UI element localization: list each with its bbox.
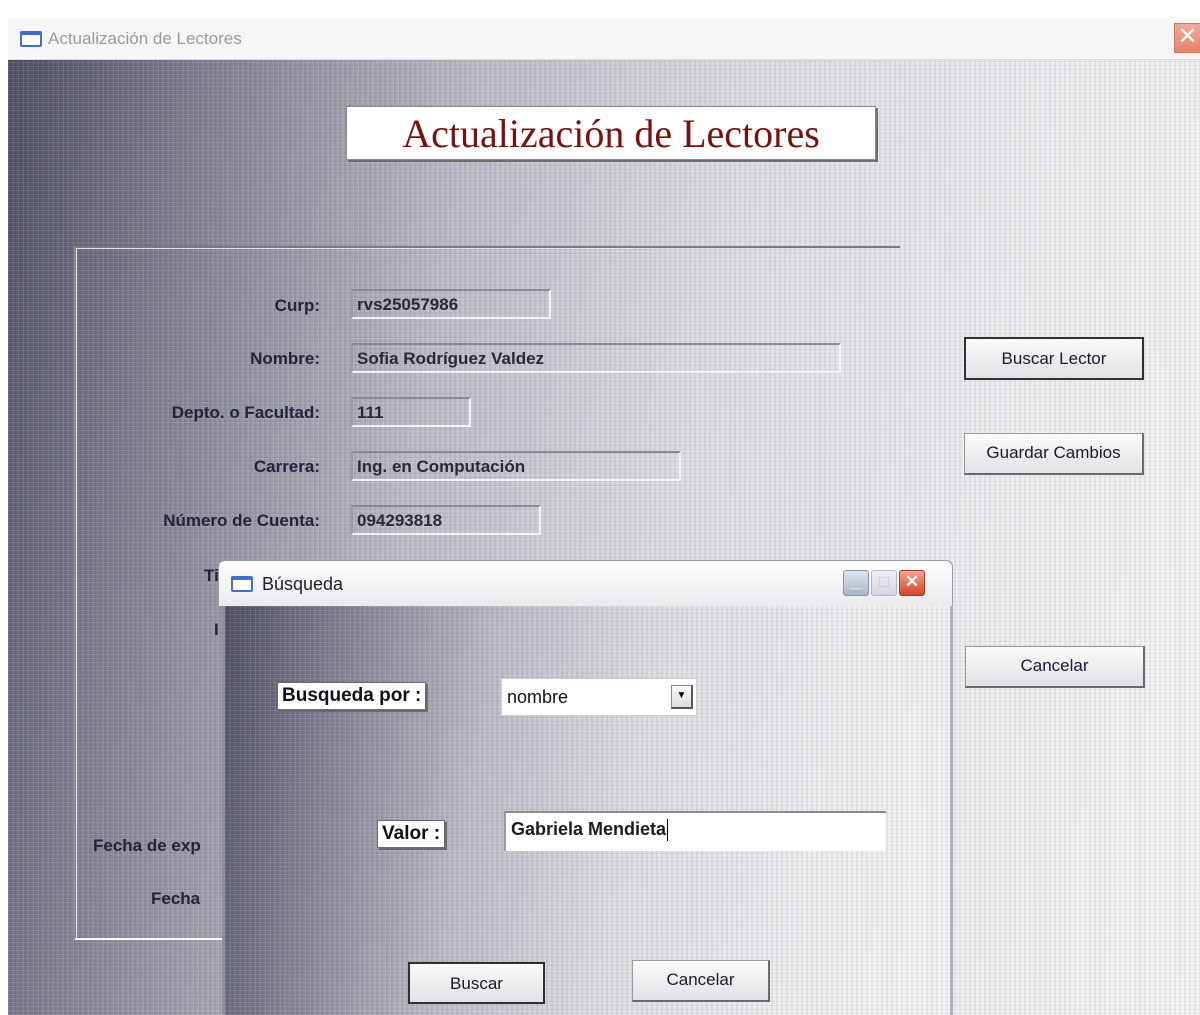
window-icon	[20, 31, 42, 47]
close-icon[interactable]: ✕	[1174, 23, 1200, 53]
fecha-label-partial: Fecha	[151, 889, 201, 908]
carrera-field[interactable]: Ing. en Computación	[351, 451, 681, 481]
close-icon[interactable]: ✕	[899, 570, 925, 596]
cancelar-button[interactable]: Cancelar	[965, 646, 1145, 688]
dialog-client: Busqueda por : nombre ▼ Valor : Gabriela…	[222, 606, 953, 1015]
value-label: Valor :	[377, 820, 446, 848]
main-titlebar[interactable]: Actualización de Lectores ✕	[8, 19, 1200, 60]
dialog-window-icon	[231, 576, 253, 592]
dialog-cancelar-button[interactable]: Cancelar	[632, 960, 770, 1002]
main-window-title: Actualización de Lectores	[48, 29, 242, 48]
minimize-icon[interactable]: _	[843, 570, 869, 596]
guardar-cambios-button[interactable]: Guardar Cambios	[964, 433, 1144, 475]
value-input-text: Gabriela Mendieta	[511, 819, 667, 839]
depto-field[interactable]: 111	[351, 397, 471, 427]
search-by-select[interactable]: nombre ▼	[501, 678, 697, 716]
page-title: Actualización de Lectores	[346, 106, 876, 160]
search-by-label: Busqueda por :	[277, 682, 427, 710]
dialog-title: Búsqueda	[262, 574, 344, 594]
search-by-value: nombre	[507, 687, 569, 707]
curp-field[interactable]: rvs25057986	[351, 289, 551, 319]
dialog-titlebar[interactable]: Búsqueda _ □ ✕	[218, 560, 953, 606]
carrera-label: Carrera:	[253, 457, 320, 476]
numero-cuenta-label: Número de Cuenta:	[163, 511, 320, 530]
tipo-label-partial: Ti	[204, 566, 219, 585]
nombre-field[interactable]: Sofia Rodríguez Valdez	[351, 343, 841, 373]
numero-cuenta-field[interactable]: 094293818	[351, 505, 541, 535]
maximize-icon[interactable]: □	[871, 570, 897, 596]
depto-label: Depto. o Facultad:	[171, 403, 320, 422]
curp-label: Curp:	[274, 296, 320, 315]
dropdown-arrow-icon[interactable]: ▼	[671, 685, 693, 709]
nombre-label: Nombre:	[250, 349, 320, 368]
text-caret	[667, 819, 669, 842]
value-input[interactable]: Gabriela Mendieta	[504, 811, 886, 851]
dialog-buscar-button[interactable]: Buscar	[408, 962, 545, 1004]
fecha-expedicion-label-partial: Fecha de exp	[93, 836, 201, 855]
search-dialog: Búsqueda _ □ ✕ Busqueda por : nombre ▼ V…	[218, 560, 953, 1015]
buscar-lector-button[interactable]: Buscar Lector	[964, 337, 1144, 380]
